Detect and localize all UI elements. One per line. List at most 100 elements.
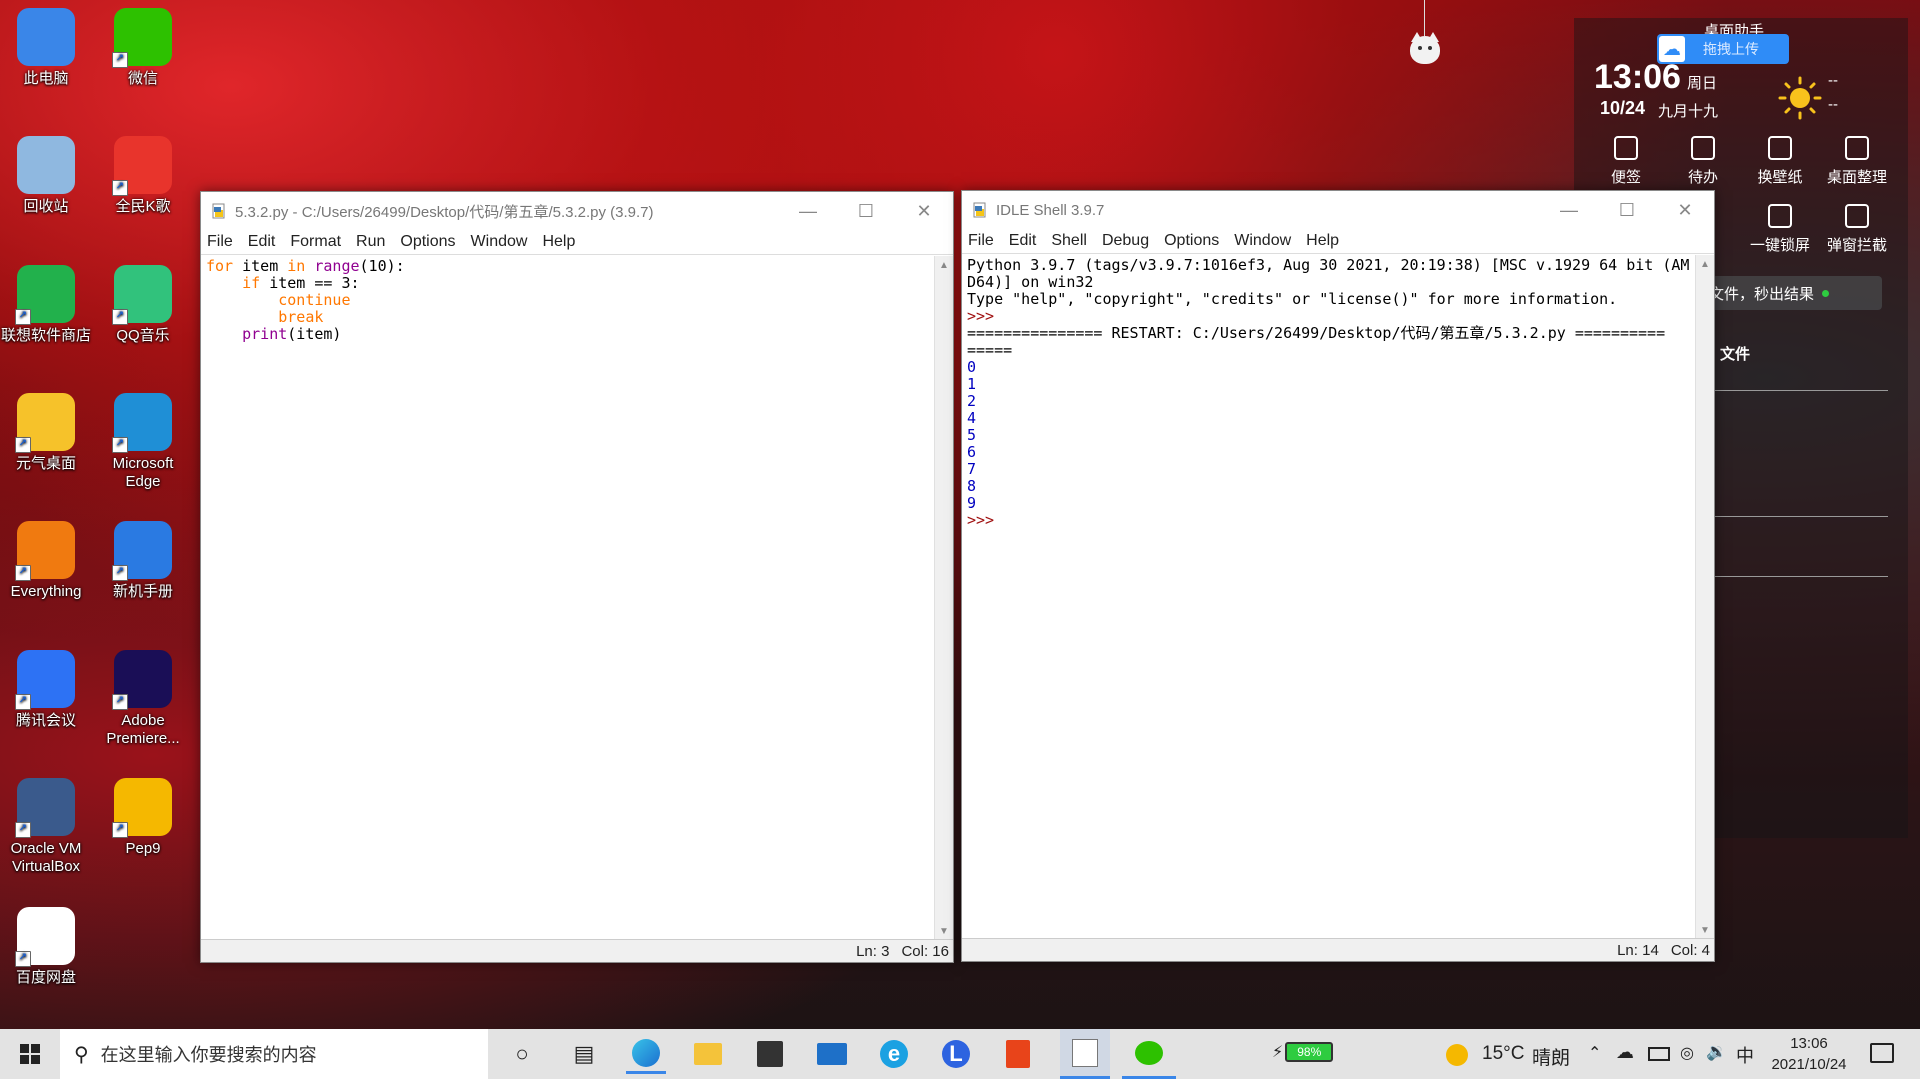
menu-item[interactable]: File: [968, 232, 994, 250]
menu-item[interactable]: Edit: [248, 233, 276, 251]
scroll-up-icon[interactable]: ▲: [935, 256, 953, 274]
menu-item[interactable]: Help: [1306, 232, 1339, 250]
desktop-icon[interactable]: 回收站: [0, 136, 92, 216]
shell-line: =====: [967, 341, 1013, 359]
widget-button-icon: [1768, 204, 1792, 228]
scroll-down-icon[interactable]: ▼: [935, 922, 953, 940]
widget-button[interactable]: 换壁纸: [1742, 136, 1818, 187]
store-icon[interactable]: [750, 1034, 790, 1074]
menu-item[interactable]: Options: [400, 233, 455, 251]
shell-scrollbar[interactable]: ▲ ▼: [1695, 255, 1714, 939]
desktop-icon[interactable]: ↗ Everything: [0, 521, 92, 601]
lenovo-l-icon[interactable]: L: [936, 1034, 976, 1074]
desktop-icon-label: 全民K歌: [115, 198, 171, 215]
menu-item[interactable]: Edit: [1009, 232, 1037, 250]
cat-pendant-icon[interactable]: [1408, 0, 1442, 68]
widget-lunar: 九月十九: [1658, 103, 1719, 120]
desktop-icon-label: Pep9: [125, 840, 161, 857]
tray-chevron-icon[interactable]: ⌃: [1588, 1043, 1601, 1063]
maximize-button[interactable]: ☐: [837, 192, 895, 230]
code-token: continue: [278, 291, 351, 309]
maximize-button[interactable]: ☐: [1598, 191, 1656, 229]
code-editor[interactable]: for item in range(10): if item == 3: con…: [201, 256, 934, 940]
menu-item[interactable]: Debug: [1102, 232, 1149, 250]
menu-item[interactable]: Window: [471, 233, 528, 251]
desktop-icon[interactable]: ↗ 元气桌面: [0, 393, 92, 473]
desktop-icon[interactable]: ↗ 微信: [97, 8, 189, 88]
battery-tray-icon[interactable]: [1648, 1047, 1670, 1061]
code-token: if: [242, 274, 261, 292]
wifi-icon[interactable]: ◎: [1680, 1043, 1694, 1063]
temperature[interactable]: 15°C: [1482, 1043, 1524, 1065]
desktop-icon[interactable]: ↗ 新机手册: [97, 521, 189, 601]
desktop-icon[interactable]: ↗ Pep9: [97, 778, 189, 858]
desktop-icon[interactable]: 此电脑: [0, 8, 92, 88]
everything-icon: ↗: [15, 521, 75, 581]
ie-icon[interactable]: e: [874, 1034, 914, 1074]
idle-file-icon: [212, 203, 225, 219]
menu-item[interactable]: Options: [1164, 232, 1219, 250]
kge-icon: ↗: [112, 136, 172, 196]
menu-item[interactable]: Run: [356, 233, 385, 251]
wechat-taskbar-icon[interactable]: [1122, 1029, 1176, 1079]
widget-button[interactable]: 桌面整理: [1819, 136, 1895, 187]
clock[interactable]: 13:06 2021/10/24: [1764, 1033, 1854, 1075]
code-token: range: [314, 257, 360, 275]
shell-line: 4: [967, 409, 977, 427]
desktop-icon[interactable]: ↗ Oracle VM VirtualBox: [0, 778, 92, 876]
onedrive-icon[interactable]: ☁: [1616, 1042, 1634, 1063]
menu-item[interactable]: Window: [1234, 232, 1291, 250]
editor-titlebar[interactable]: 5.3.2.py - C:/Users/26499/Desktop/代码/第五章…: [201, 192, 953, 230]
widget-button[interactable]: 待办: [1665, 136, 1741, 187]
search-icon: ⚲: [74, 1043, 89, 1066]
desktop-icon[interactable]: ↗ Adobe Premiere...: [97, 650, 189, 748]
widget-date: 10/24: [1600, 98, 1646, 118]
editor-scrollbar[interactable]: ▲ ▼: [934, 256, 953, 940]
desktop-icon[interactable]: ↗ Microsoft Edge: [97, 393, 189, 491]
widget-button[interactable]: 便签: [1588, 136, 1664, 187]
mail-icon[interactable]: [812, 1034, 852, 1074]
start-button[interactable]: [0, 1034, 60, 1074]
widget-button-icon: [1614, 136, 1638, 160]
widget-button[interactable]: 弹窗拦截: [1819, 204, 1895, 255]
menu-item[interactable]: Shell: [1051, 232, 1087, 250]
shell-output[interactable]: Python 3.9.7 (tags/v3.9.7:1016ef3, Aug 3…: [962, 255, 1695, 939]
shell-line: Type "help", "copyright", "credits" or "…: [967, 290, 1618, 308]
desktop-icon[interactable]: ↗ 腾讯会议: [0, 650, 92, 730]
idle-taskbar-icon[interactable]: [1060, 1029, 1110, 1079]
office-icon[interactable]: [998, 1034, 1038, 1074]
minimize-button[interactable]: —: [779, 192, 837, 230]
menu-item[interactable]: Format: [290, 233, 341, 251]
search-box[interactable]: ⚲ 在这里输入你要搜索的内容: [60, 1029, 488, 1079]
close-button[interactable]: ✕: [895, 192, 953, 230]
volume-icon[interactable]: 🔉: [1706, 1042, 1727, 1062]
edge-taskbar-icon[interactable]: [626, 1034, 666, 1074]
shell-titlebar[interactable]: IDLE Shell 3.9.7 — ☐ ✕: [962, 191, 1714, 229]
task-view-icon[interactable]: ▤: [564, 1034, 604, 1074]
desktop-icon[interactable]: ↗ 全民K歌: [97, 136, 189, 216]
search-input[interactable]: 在这里输入你要搜索的内容: [101, 1041, 317, 1067]
cortana-icon[interactable]: ○: [502, 1034, 542, 1074]
scroll-down-icon[interactable]: ▼: [1696, 921, 1714, 939]
search-banner[interactable]: 盘文件，秒出结果: [1686, 276, 1882, 310]
shortcut-arrow-icon: ↗: [15, 437, 31, 453]
desktop-icon[interactable]: ↗ 联想软件商店: [0, 265, 92, 345]
desktop-icon-label: 回收站: [23, 198, 69, 215]
weather-text[interactable]: 晴朗: [1532, 1043, 1570, 1070]
scroll-up-icon[interactable]: ▲: [1696, 255, 1714, 273]
code-line: for item in range(10):: [206, 258, 929, 275]
menu-item[interactable]: File: [207, 233, 233, 251]
close-button[interactable]: ✕: [1656, 191, 1714, 229]
widget-button[interactable]: 一键锁屏: [1742, 204, 1818, 255]
battery-indicator[interactable]: ⚡ 98%: [1272, 1042, 1334, 1062]
wechat-icon: ↗: [112, 8, 172, 68]
desktop-icon[interactable]: ↗ QQ音乐: [97, 265, 189, 345]
notification-icon[interactable]: [1870, 1043, 1894, 1063]
desktop-icon[interactable]: ↗ 百度网盘: [0, 907, 92, 987]
ime-indicator[interactable]: 中: [1736, 1042, 1754, 1068]
minimize-button[interactable]: —: [1540, 191, 1598, 229]
file-explorer-icon[interactable]: [688, 1034, 728, 1074]
menu-item[interactable]: Help: [542, 233, 575, 251]
desktop-icon-label: 元气桌面: [15, 455, 76, 472]
